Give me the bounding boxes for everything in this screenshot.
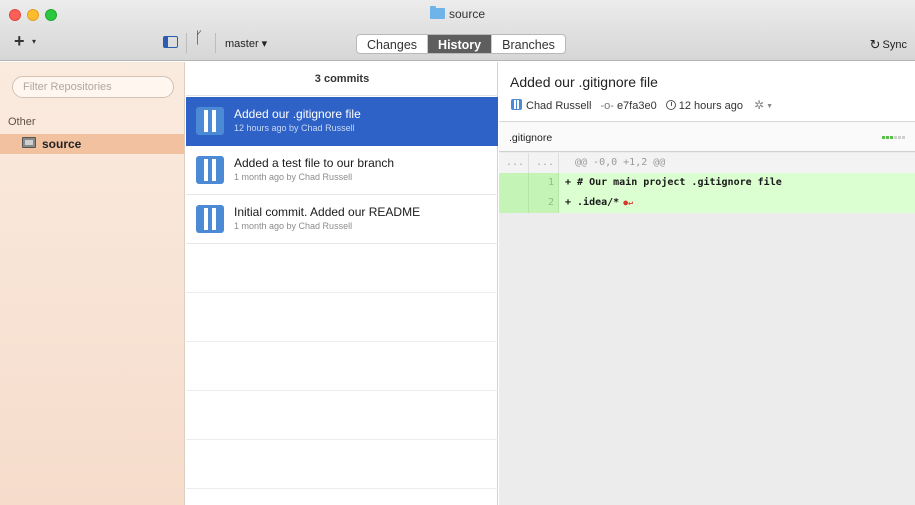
avatar bbox=[196, 107, 224, 135]
toolbar-divider bbox=[186, 33, 187, 53]
window-title: source bbox=[0, 6, 915, 21]
commit-count: 3 commits bbox=[186, 62, 498, 96]
diff-line-text: + .idea/* ●↵ bbox=[565, 193, 633, 213]
new-line-number: 1 bbox=[529, 173, 559, 193]
commit-detail-meta: Chad Russell -o-e7fa3e0 12 hours ago ✲ ▼ bbox=[511, 98, 773, 112]
diff-line-text: @@ -0,0 +1,2 @@ bbox=[575, 157, 666, 168]
avatar bbox=[511, 99, 522, 110]
diff-hunk-header: ... ... @@ -0,0 +1,2 @@ bbox=[499, 153, 915, 173]
commit-meta: 12 hours ago by Chad Russell bbox=[234, 123, 355, 133]
repository-name: source bbox=[42, 137, 82, 151]
gear-icon[interactable]: ✲ bbox=[754, 98, 764, 112]
empty-row bbox=[186, 391, 498, 440]
file-name: .gitignore bbox=[509, 132, 553, 144]
branch-icon[interactable]: ᚴ bbox=[194, 30, 204, 48]
empty-row bbox=[186, 244, 498, 293]
sidebar-item-source[interactable]: source bbox=[0, 134, 184, 154]
empty-row bbox=[186, 342, 498, 391]
diff-line[interactable]: 1 + # Our main project .gitignore file bbox=[499, 173, 915, 193]
commit-title: Added our .gitignore file bbox=[234, 107, 361, 121]
branch-name: master bbox=[225, 38, 259, 50]
commit-detail: Added our .gitignore file Chad Russell -… bbox=[499, 62, 915, 505]
commit-detail-header: Added our .gitignore file Chad Russell -… bbox=[499, 62, 915, 122]
commit-row[interactable]: Initial commit. Added our README 1 month… bbox=[186, 195, 498, 244]
avatar bbox=[196, 205, 224, 233]
file-header[interactable]: .gitignore bbox=[499, 122, 915, 152]
no-newline-icon: ●↵ bbox=[623, 198, 633, 207]
repository-sidebar: Other source bbox=[0, 62, 185, 505]
sync-label: Sync bbox=[882, 39, 907, 51]
commit-title: Initial commit. Added our README bbox=[234, 205, 421, 219]
commit-meta: 1 month ago by Chad Russell bbox=[234, 221, 353, 231]
commit-row[interactable]: Added our .gitignore file 12 hours ago b… bbox=[186, 97, 498, 146]
tab-history[interactable]: History bbox=[428, 35, 493, 53]
window-toolbar: source + ▾ ᚴ master ▾ Changes History Br… bbox=[0, 0, 915, 61]
branch-select[interactable]: master ▾ bbox=[225, 37, 267, 50]
commit-list: 3 commits Added our .gitignore file 12 h… bbox=[186, 62, 498, 505]
add-repository-button[interactable]: + bbox=[14, 32, 25, 50]
commit-title: Added a test file to our branch bbox=[234, 156, 395, 170]
toolbar-divider bbox=[215, 33, 216, 53]
repository-group-label: Other bbox=[8, 116, 36, 128]
chevron-down-icon[interactable]: ▼ bbox=[766, 103, 773, 110]
old-line-number bbox=[499, 193, 529, 213]
old-line-number bbox=[499, 173, 529, 193]
commit-icon: -o- bbox=[600, 100, 614, 112]
clock-icon bbox=[665, 100, 676, 110]
avatar bbox=[196, 156, 224, 184]
diff-stat bbox=[881, 136, 905, 140]
computer-icon bbox=[22, 137, 36, 148]
window-title-text: source bbox=[448, 7, 486, 21]
commit-author: Chad Russell bbox=[526, 100, 592, 112]
old-line-number: ... bbox=[499, 153, 529, 173]
empty-row bbox=[186, 293, 498, 342]
empty-row bbox=[186, 440, 498, 489]
folder-icon bbox=[429, 6, 445, 19]
sync-button[interactable]: ↻ Sync bbox=[870, 37, 907, 53]
filter-repositories-input[interactable] bbox=[12, 76, 174, 98]
diff-view: ... ... @@ -0,0 +1,2 @@ 1 + # Our main p… bbox=[499, 153, 915, 213]
commit-detail-title: Added our .gitignore file bbox=[510, 74, 658, 90]
commit-sha[interactable]: e7fa3e0 bbox=[617, 100, 657, 112]
diff-line[interactable]: 2 + .idea/* ●↵ bbox=[499, 193, 915, 213]
tab-changes[interactable]: Changes bbox=[357, 35, 429, 53]
chevron-down-icon[interactable]: ▾ bbox=[32, 37, 36, 46]
tab-branches[interactable]: Branches bbox=[492, 35, 565, 53]
toggle-sidebar-icon[interactable] bbox=[163, 36, 178, 48]
sync-icon: ↻ bbox=[869, 37, 881, 52]
diff-line-text: + # Our main project .gitignore file bbox=[565, 177, 782, 188]
diff-line-content: + .idea/* bbox=[565, 197, 620, 208]
new-line-number: 2 bbox=[529, 193, 559, 213]
commit-row[interactable]: Added a test file to our branch 1 month … bbox=[186, 146, 498, 195]
view-switcher: Changes History Branches bbox=[356, 34, 566, 54]
commit-meta: 1 month ago by Chad Russell bbox=[234, 172, 353, 182]
new-line-number: ... bbox=[529, 153, 559, 173]
commit-time: 12 hours ago bbox=[678, 100, 743, 112]
